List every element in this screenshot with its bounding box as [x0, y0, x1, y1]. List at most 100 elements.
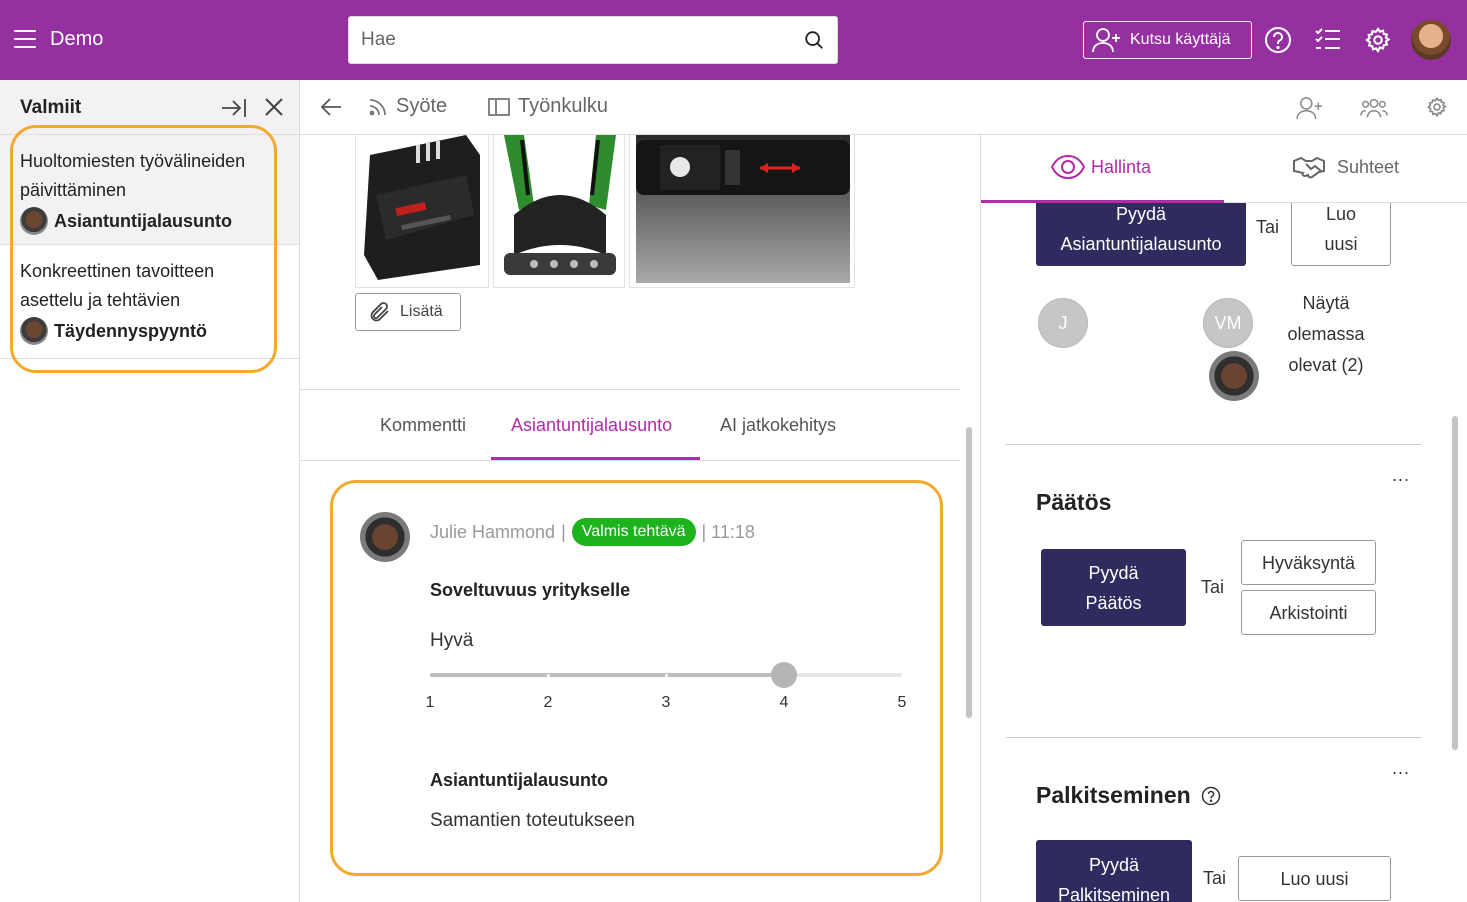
rss-icon	[369, 98, 386, 115]
create-new-button[interactable]: Luo uusi	[1238, 856, 1391, 901]
settings-gear-icon[interactable]	[1426, 96, 1448, 118]
avatar	[20, 317, 48, 345]
paperclip-icon	[370, 302, 389, 322]
avatar	[360, 512, 410, 562]
avatar[interactable]: VM	[1203, 298, 1253, 348]
show-existing-link[interactable]: Näytä olemassa olevat (2)	[1276, 288, 1376, 381]
attachment-thumbnail[interactable]	[629, 135, 855, 288]
request-decision-button[interactable]: Pyydä Päätös	[1041, 549, 1186, 626]
scrollbar[interactable]	[966, 427, 972, 718]
slider-fill	[430, 673, 784, 677]
add-user-icon	[1092, 28, 1120, 53]
button-line: uusi	[1324, 234, 1358, 254]
create-new-button[interactable]: Luo uusi	[1291, 192, 1391, 266]
approval-button[interactable]: Hyväksyntä	[1241, 540, 1376, 585]
tab-comment[interactable]: Kommentti	[380, 415, 466, 436]
attachment-thumbnail[interactable]	[493, 135, 625, 288]
center-header: Syöte Työnkulku	[300, 80, 1467, 135]
eye-icon	[1051, 155, 1085, 179]
comment-card: Julie Hammond | Valmis tehtävä | 11:18 S…	[330, 480, 943, 876]
comment-author[interactable]: Julie Hammond	[430, 522, 555, 543]
tab-expert-opinion[interactable]: Asiantuntijalausunto	[511, 415, 672, 436]
handshake-icon	[1293, 156, 1325, 179]
button-line: Päätös	[1085, 592, 1142, 613]
add-user-icon[interactable]	[1296, 96, 1324, 120]
settings-gear-icon[interactable]	[1364, 26, 1392, 54]
flashlight-image	[636, 135, 850, 283]
app-name[interactable]: Demo	[50, 28, 103, 51]
right-panel: Pyydä Asiantuntijalausunto Tai Luo uusi …	[981, 135, 1467, 902]
field-value: Samantien toteutukseen	[430, 810, 635, 831]
top-bar: Demo Kutsu käyttäjä	[0, 0, 1467, 80]
left-panel: Valmiit Huoltomiesten työvälineiden päiv…	[0, 80, 300, 902]
scrollbar[interactable]	[1452, 416, 1458, 750]
button-line: Pyydä	[1088, 855, 1140, 875]
meta-separator: |	[561, 521, 566, 542]
task-list-icon[interactable]	[1314, 26, 1342, 54]
rating-slider	[430, 662, 902, 688]
slider-tick-label: 5	[897, 694, 907, 711]
slider-tick-label: 3	[661, 694, 671, 711]
slider-tick-label: 2	[543, 694, 553, 711]
add-attachment-label: Lisätä	[400, 303, 443, 320]
tab-workflow[interactable]: Työnkulku	[488, 95, 608, 118]
menu-icon[interactable]	[14, 30, 36, 48]
list-item-title: Huoltomiesten työvälineiden päivittämine…	[20, 151, 246, 200]
request-expert-opinion-button[interactable]: Pyydä Asiantuntijalausunto	[1036, 192, 1246, 266]
list-item[interactable]: Huoltomiesten työvälineiden päivittämine…	[0, 135, 299, 245]
tab-workflow-label: Työnkulku	[518, 95, 609, 117]
tab-ai-development[interactable]: AI jatkokehitys	[720, 415, 836, 436]
tab-relations[interactable]: Suhteet	[1293, 155, 1399, 179]
slider-thumb	[771, 662, 797, 688]
help-icon[interactable]	[1201, 786, 1221, 806]
group-icon[interactable]	[1360, 96, 1388, 120]
request-reward-button[interactable]: Pyydä Palkitseminen	[1036, 840, 1192, 902]
archive-button[interactable]: Arkistointi	[1241, 590, 1376, 635]
tab-feed[interactable]: Syöte	[368, 95, 447, 118]
avatar[interactable]	[1209, 351, 1259, 401]
close-icon[interactable]	[264, 97, 284, 117]
invite-user-label: Kutsu käyttäjä	[1130, 31, 1231, 48]
list-item-title: Konkreettinen tavoitteen asettelu ja teh…	[20, 261, 215, 310]
or-label: Tai	[1201, 577, 1225, 597]
section-title-label: Palkitseminen	[1036, 782, 1191, 808]
more-options-icon[interactable]: ...	[1392, 758, 1410, 779]
active-tab-underline	[981, 200, 1224, 203]
comment-tabs: Kommentti Asiantuntijalausunto AI jatkok…	[300, 405, 960, 461]
help-icon[interactable]	[1264, 26, 1292, 54]
invite-user-button[interactable]: Kutsu käyttäjä	[1083, 21, 1252, 59]
center-content: Lisätä Kommentti Asiantuntijalausunto AI…	[300, 135, 980, 902]
search-input[interactable]	[349, 17, 779, 63]
search-box	[348, 16, 838, 64]
section-title-decision: Päätös	[1036, 489, 1111, 516]
list-item[interactable]: Konkreettinen tavoitteen asettelu ja teh…	[0, 245, 299, 359]
divider	[1006, 444, 1421, 445]
button-line: Pyydä	[1088, 562, 1139, 583]
collapse-panel-icon[interactable]	[221, 97, 247, 119]
board-icon	[488, 97, 510, 116]
field-label: Asiantuntijalausunto	[430, 770, 609, 790]
button-line: Asiantuntijalausunto	[1060, 234, 1222, 254]
avatar[interactable]: J	[1038, 298, 1088, 348]
field-value: Hyvä	[430, 630, 474, 651]
attachment-thumbnail[interactable]	[355, 135, 489, 288]
tab-management[interactable]: Hallinta	[1051, 155, 1151, 179]
slider-tick-label: 4	[779, 694, 789, 711]
divider	[1006, 737, 1421, 738]
more-options-icon[interactable]: ...	[1392, 465, 1410, 486]
button-line: Luo	[1325, 204, 1357, 224]
status-badge: Valmis tehtävä	[571, 518, 696, 546]
slider-step-dot	[547, 674, 550, 677]
list-item-subtitle: Asiantuntijalausunto	[54, 210, 233, 231]
tab-relations-label: Suhteet	[1337, 156, 1400, 177]
section-title-reward: Palkitseminen	[1036, 782, 1221, 809]
back-arrow-icon[interactable]	[320, 97, 342, 117]
search-icon[interactable]	[803, 29, 825, 51]
user-avatar[interactable]	[1411, 20, 1451, 60]
active-tab-underline	[491, 457, 700, 460]
safety-harness-image	[494, 135, 624, 287]
add-attachment-button[interactable]: Lisätä	[355, 293, 461, 331]
slider-tick-label: 1	[425, 694, 435, 711]
slider-step-dot	[665, 674, 668, 677]
or-label: Tai	[1203, 868, 1227, 888]
